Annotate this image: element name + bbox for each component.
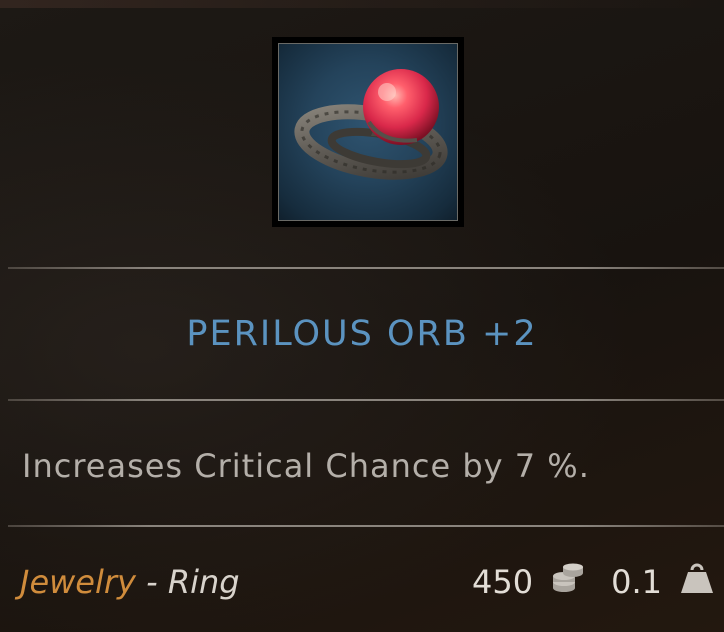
item-icon-frame[interactable] xyxy=(272,37,464,227)
item-title: PERILOUS ORB +2 xyxy=(186,314,538,354)
item-type: Jewelry - Ring xyxy=(20,560,240,604)
divider-bottom xyxy=(8,525,724,527)
item-stats: 450 0.1 xyxy=(472,560,714,604)
item-subtype: Ring xyxy=(167,563,240,601)
divider-top xyxy=(8,267,724,269)
coins-stack-icon xyxy=(551,563,585,601)
price-value: 450 xyxy=(472,563,534,601)
type-separator: - xyxy=(135,563,168,601)
weight-icon xyxy=(680,562,714,602)
divider-middle xyxy=(8,399,724,401)
ring-icon xyxy=(278,43,458,221)
item-category: Jewelry xyxy=(20,563,136,601)
header-strip xyxy=(0,0,724,8)
weight-value: 0.1 xyxy=(611,563,662,601)
item-description: Increases Critical Chance by 7 %. xyxy=(22,447,590,485)
